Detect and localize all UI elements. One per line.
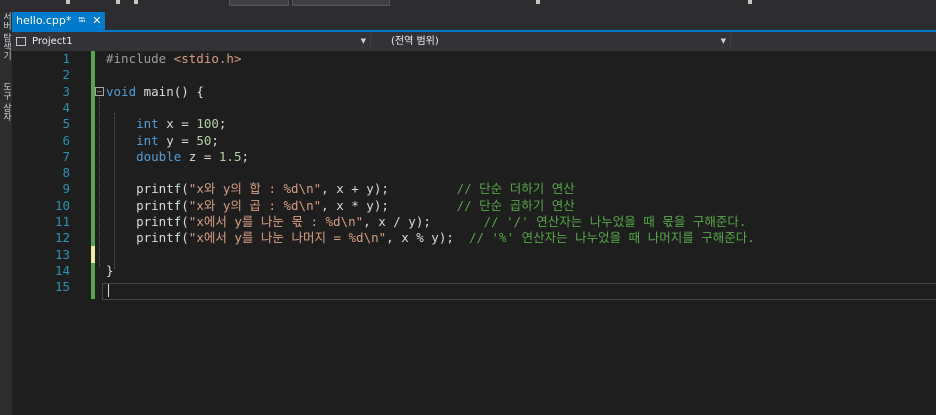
current-line-highlight (102, 283, 936, 300)
code-token: // '/' 연산자는 나누었을 때 몫을 구해준다. (483, 214, 747, 229)
code-line[interactable]: printf("x에서 y를 나눈 나머지 = %d\n", x % y); /… (106, 230, 755, 246)
code-token: , x / y); (363, 214, 484, 229)
tab-hello-cpp[interactable]: hello.cpp* ⭾ ✕ (12, 12, 106, 30)
line-number: 6 (62, 132, 70, 148)
line-number: 14 (54, 262, 70, 278)
code-token: double (136, 148, 182, 164)
collapse-icon[interactable]: – (95, 87, 104, 96)
line-number: 10 (54, 197, 70, 213)
toolbar-icon[interactable] (134, 0, 138, 4)
toolbar-icon[interactable] (66, 0, 70, 4)
change-margin-unsaved (91, 246, 95, 263)
code-token: main() { (136, 83, 204, 99)
line-number: 13 (54, 246, 70, 262)
code-token: "x에서 y를 나눈 나머지 = %d\n" (188, 230, 387, 246)
toolbar (0, 0, 936, 12)
code-token: y = (158, 132, 197, 148)
member-dropdown[interactable] (731, 33, 936, 50)
code-token: printf( (106, 230, 189, 246)
code-token: // '%' 연산자는 나누었을 때 나머지를 구해준다. (468, 230, 755, 246)
code-line[interactable]: int y = 50; (106, 133, 219, 149)
line-number: 7 (62, 148, 70, 164)
project-label: Project1 (32, 36, 73, 47)
code-line[interactable]: double z = 1.5; (106, 149, 249, 165)
line-number: 11 (54, 214, 70, 229)
code-token: printf( (106, 197, 189, 213)
line-number: 5 (62, 116, 70, 132)
toolbar-icon[interactable] (748, 0, 752, 4)
code-line[interactable]: printf("x와 y의 합 : %d\n", x + y); // 단순 더… (106, 181, 575, 197)
project-dropdown[interactable]: Project1 ▼ (12, 33, 371, 50)
line-number: 15 (54, 279, 70, 295)
code-token: #include (106, 51, 174, 66)
text-caret (108, 284, 109, 297)
server-explorer-tab[interactable]: 서버 탐색기 (0, 12, 12, 60)
code-token: ; (241, 148, 250, 164)
code-token: int (136, 132, 159, 148)
toolbar-icon[interactable] (116, 0, 120, 4)
code-token: z = (181, 148, 219, 164)
close-icon[interactable]: ✕ (92, 12, 101, 30)
left-tool-strip: 서버 탐색기 도구 상자 (0, 12, 12, 415)
change-margin-saved (91, 51, 95, 246)
code-line[interactable]: printf("x에서 y를 나눈 몫 : %d\n", x / y); // … (106, 214, 746, 230)
line-number: 4 (62, 99, 70, 115)
project-icon (16, 37, 26, 46)
toolbar-dropdown[interactable] (292, 0, 390, 6)
line-number: 1 (62, 51, 70, 66)
code-token: "x와 y의 곱 : %d\n" (188, 197, 322, 213)
toolbar-dropdown[interactable] (229, 0, 289, 6)
chevron-down-icon: ▼ (360, 37, 366, 45)
code-token: 1.5 (218, 148, 242, 164)
toolbar-icon[interactable] (536, 0, 540, 4)
code-token: "x에서 y를 나눈 몫 : %d\n" (188, 214, 364, 229)
code-token: 100 (196, 116, 219, 132)
line-number: 12 (54, 230, 70, 246)
code-token: printf( (106, 181, 189, 197)
code-line[interactable]: int x = 100; (106, 116, 226, 132)
pin-icon[interactable]: ⭾ (78, 12, 85, 30)
code-line[interactable]: } (106, 263, 114, 279)
scope-dropdown[interactable]: (전역 범위) ▼ (371, 33, 731, 50)
code-token: 50 (196, 132, 212, 148)
code-line[interactable]: printf("x와 y의 곱 : %d\n", x * y); // 단순 곱… (106, 198, 575, 214)
code-token: int (136, 116, 159, 132)
code-editor[interactable]: – 1 2 3 4 5 6 7 8 9 10 11 12 13 14 15 #include <stdio.… (12, 51, 936, 415)
code-token: ; (211, 132, 219, 148)
change-margin-saved (91, 263, 95, 299)
code-line[interactable]: #include <stdio.h> (106, 51, 241, 67)
code-token: // 단순 곱하기 연산 (456, 197, 575, 213)
code-token: <stdio.h> (173, 51, 242, 66)
navigation-bar: Project1 ▼ (전역 범위) ▼ (12, 32, 936, 51)
line-number: 9 (62, 181, 70, 197)
fold-guide (99, 97, 100, 267)
code-token: } (106, 262, 114, 278)
document-tab-strip: hello.cpp* ⭾ ✕ (12, 12, 936, 30)
chevron-down-icon: ▼ (720, 37, 726, 45)
code-token: // 단순 더하기 연산 (456, 181, 575, 197)
code-token: "x와 y의 합 : %d\n" (188, 181, 322, 197)
code-token: printf( (106, 214, 189, 229)
code-token: , x * y); (321, 197, 457, 213)
code-line[interactable]: void main() { (106, 84, 204, 100)
tab-label: hello.cpp* (16, 14, 72, 27)
code-token: void (106, 83, 137, 99)
scope-label: (전역 범위) (391, 36, 439, 47)
line-number: 8 (62, 165, 70, 181)
line-number: 3 (62, 83, 70, 99)
code-token: ; (218, 116, 227, 132)
line-number: 2 (62, 67, 70, 83)
code-token: x = (158, 116, 197, 132)
toolbox-tab[interactable]: 도구 상자 (0, 82, 12, 121)
code-token: , x + y); (321, 181, 457, 197)
code-token: , x % y); (386, 230, 469, 246)
